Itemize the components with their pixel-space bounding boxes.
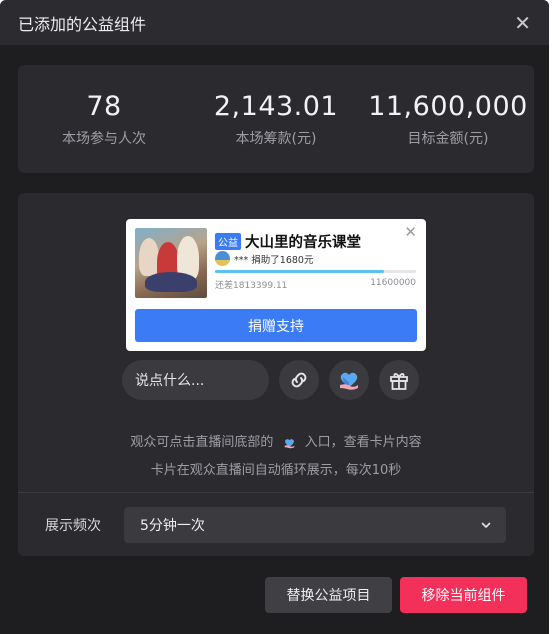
link-icon [291,372,307,388]
charity-badge: 公益 [215,233,241,250]
charity-widget-dialog: 已添加的公益组件 ✕ 78 本场参与人次 2,143.01 本场筹款(元) 11… [0,0,549,634]
donor-avatar [215,251,230,266]
dialog-title: 已添加的公益组件 [18,14,147,34]
frequency-value: 5分钟一次 [140,518,205,534]
preview-action-bar: 说点什么... [122,360,419,400]
stats-summary: 78 本场参与人次 2,143.01 本场筹款(元) 11,600,000 目标… [18,65,534,173]
progress-fill [215,270,384,273]
project-photo [135,228,207,298]
instruction-line-2: 卡片在观众直播间自动循环展示，每次10秒 [150,463,402,478]
project-title: 大山里的音乐课堂 [245,235,361,251]
gift-icon [390,373,408,390]
stat-value: 78 [86,90,122,122]
stat-label: 目标金额(元) [407,130,489,147]
stat-target: 11,600,000 目标金额(元) [362,65,534,173]
gift-button[interactable] [379,360,419,400]
heart-hand-icon [284,438,294,448]
preview-panel: ✕ 公益 大山里的音乐课堂 *** 捐助了1680元 还差1813399.11 … [18,193,534,556]
heart-hand-icon [340,372,358,390]
frequency-label: 展示频次 [45,518,101,534]
stat-label: 本场参与人次 [62,130,146,147]
chevron-down-icon [481,522,491,528]
stat-label: 本场筹款(元) [235,130,317,147]
charity-entry-button[interactable] [329,360,369,400]
donor-row: *** 捐助了1680元 [215,251,313,266]
remove-widget-button[interactable]: 移除当前组件 [400,577,527,613]
stat-participants: 78 本场参与人次 [18,65,190,173]
frequency-select[interactable]: 5分钟一次 [124,507,506,543]
target-amount: 11600000 [370,278,416,288]
close-icon[interactable]: ✕ [514,13,531,33]
stat-raised: 2,143.01 本场筹款(元) [190,65,362,173]
replace-project-button[interactable]: 替换公益项目 [265,577,392,613]
link-button[interactable] [279,360,319,400]
instruction-line-1: 观众可点击直播间底部的 入口，查看卡片内容 [130,435,422,450]
instructions-text: 观众可点击直播间底部的 入口，查看卡片内容 卡片在观众直播间自动循环展示，每次1… [18,429,534,485]
stat-value: 11,600,000 [368,90,528,122]
comment-input[interactable]: 说点什么... [122,360,269,400]
remaining-amount: 还差1813399.11 [215,281,288,291]
divider [18,492,534,493]
card-title-row: 公益 大山里的音乐课堂 [215,231,361,252]
card-close-icon[interactable]: ✕ [404,225,417,240]
donate-button[interactable]: 捐赠支持 [135,309,417,342]
progress-numbers: 还差1813399.11 11600000 [215,278,416,291]
charity-card-preview: ✕ 公益 大山里的音乐课堂 *** 捐助了1680元 还差1813399.11 … [126,219,426,351]
stat-value: 2,143.01 [213,90,339,122]
dialog-header: 已添加的公益组件 ✕ [0,0,549,45]
fundraising-progress [215,270,416,273]
donor-text: *** 捐助了1680元 [234,254,314,266]
